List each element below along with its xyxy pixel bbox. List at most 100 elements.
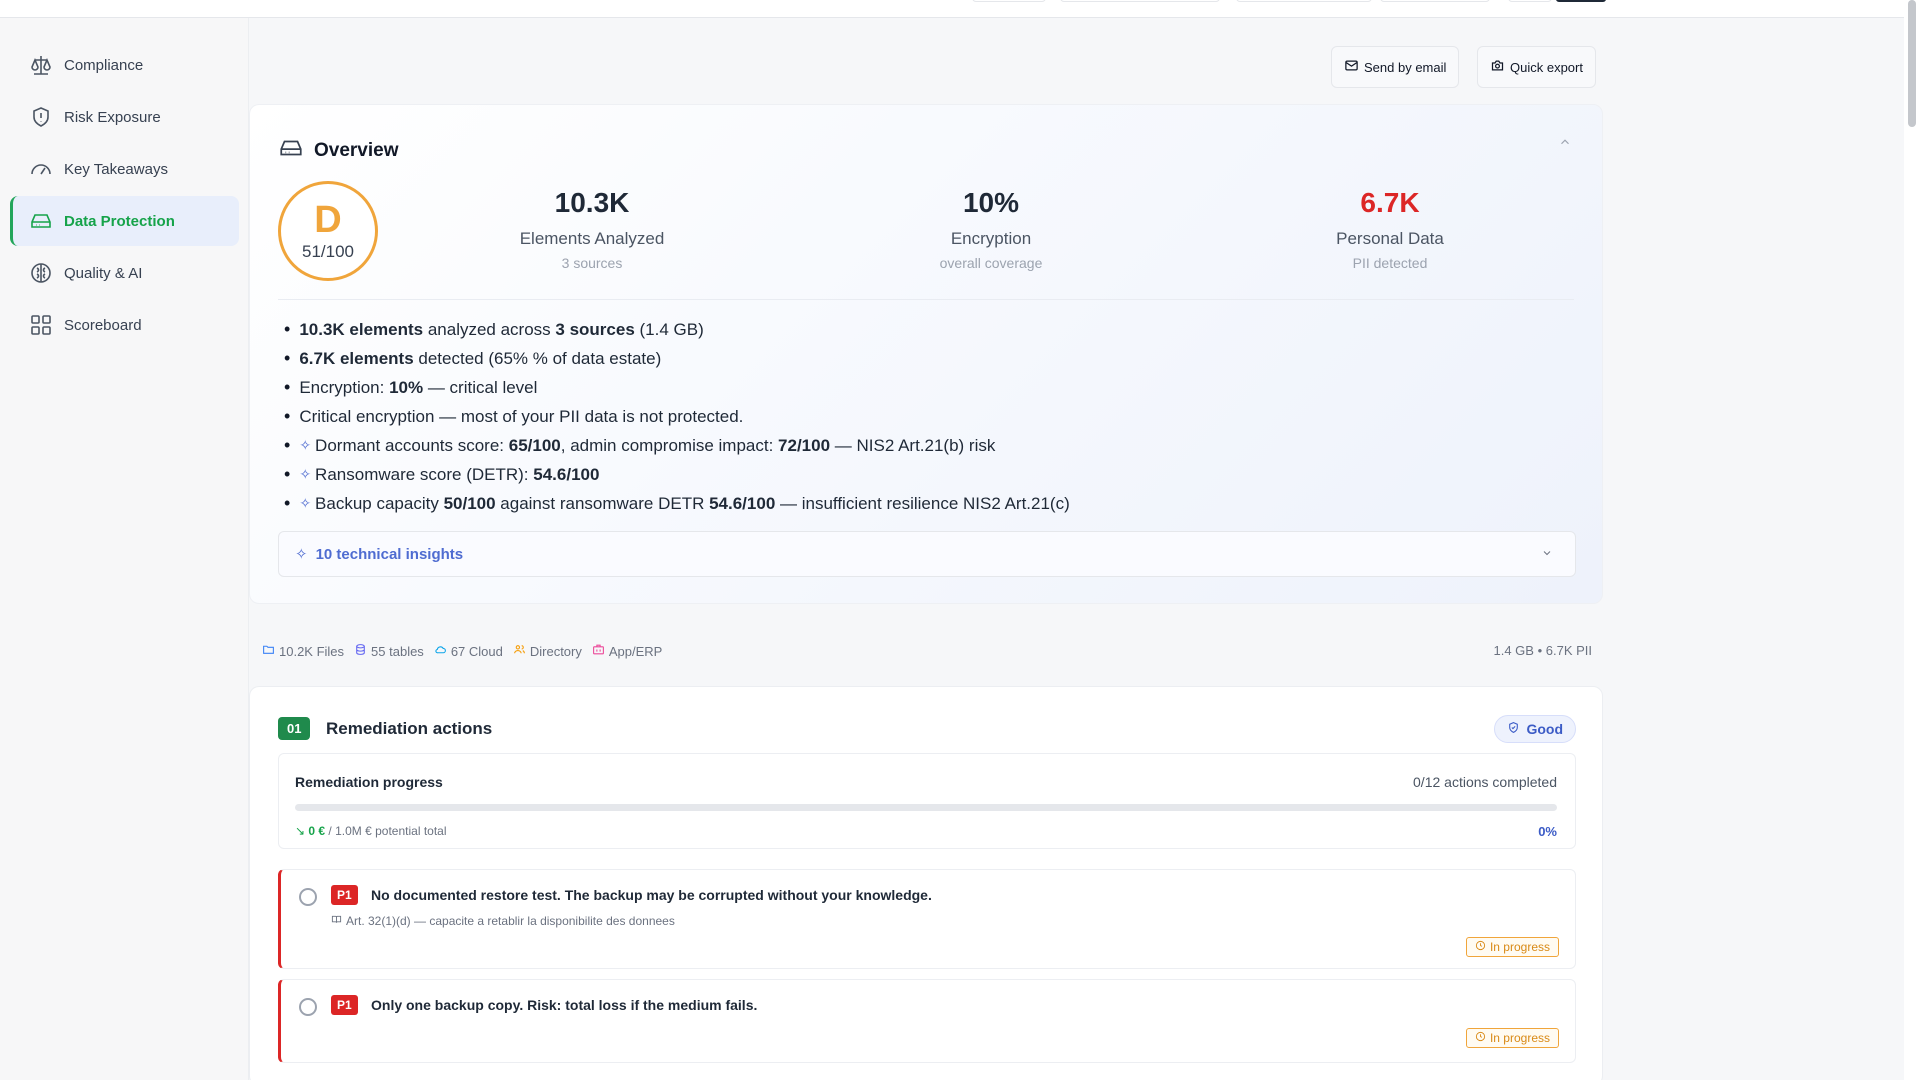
send-by-email-label: Send by email (1364, 59, 1447, 75)
bullet-strong: 10% (389, 378, 424, 397)
scale-icon (28, 52, 54, 78)
bullet-critical-encryption: Critical encryption — most of your PII d… (284, 402, 1070, 431)
bullet-dormant-accounts: ✧Dormant accounts score: 65/100, admin c… (284, 431, 1070, 460)
status-in-progress[interactable]: In progress (1465, 937, 1559, 957)
sparkle-icon: ✧ (295, 546, 308, 563)
technical-insights-toggle[interactable]: ✧ 10 technical insights (278, 531, 1576, 577)
bullet-text: Critical encryption — most of your PII d… (299, 407, 744, 426)
bullet-text: — critical level (423, 378, 538, 397)
source-cloud: 67 Cloud (434, 643, 503, 659)
top-bar-control[interactable] (1060, 0, 1220, 2)
top-bar (0, 0, 1920, 18)
top-bar-control[interactable] (972, 0, 1046, 2)
chevron-up-icon[interactable] (1558, 135, 1572, 152)
bullet-text: against ransomware DETR (495, 494, 710, 513)
money-value: 0 € (308, 824, 326, 838)
source-app-erp: App/ERP (592, 643, 662, 659)
grid-icon (28, 312, 54, 338)
source-label: 55 tables (371, 643, 424, 659)
gauge-icon (28, 156, 54, 182)
users-icon (513, 643, 526, 659)
stat-label: Elements Analyzed (519, 229, 665, 248)
shield-check-icon (1507, 721, 1520, 737)
progress-percent: 0% (1538, 824, 1557, 839)
top-bar-primary-control[interactable] (1556, 0, 1606, 2)
trend-icon: ↘ (295, 824, 306, 838)
priority-badge: P1 (331, 885, 358, 905)
bullet-text: detected (65% % of data estate) (413, 349, 662, 368)
database-icon (354, 643, 367, 659)
bullet-text: Backup capacity (315, 494, 444, 513)
bullet-text: Encryption: (299, 378, 390, 397)
top-bar-control[interactable] (1508, 0, 1552, 2)
progress-count: 0/12 actions completed (1413, 774, 1557, 790)
overview-title: Overview (314, 140, 399, 161)
bullet-strong: 72/100 (778, 436, 831, 455)
action-checkbox[interactable] (299, 998, 317, 1016)
progress-bar (295, 804, 1557, 811)
section-number: 01 (278, 717, 311, 740)
stat-label: Personal Data (1336, 229, 1444, 248)
stat-elements-analyzed: 10.3K Elements Analyzed 3 sources (442, 187, 742, 271)
bullet-pii: 6.7K elements detected (65% % of data es… (284, 344, 1070, 373)
app-icon (592, 643, 605, 659)
bullet-strong: 65/100 (508, 436, 561, 455)
overview-header: Overview (278, 135, 399, 167)
action-reference-text: Art. 32(1)(d) — capacite a retablir la d… (346, 914, 675, 928)
technical-insights-label: 10 technical insights (315, 545, 464, 563)
chevron-down-icon (1541, 546, 1553, 563)
clock-icon (1475, 1031, 1486, 1045)
cloud-icon (434, 643, 447, 659)
status-label: In progress (1489, 1031, 1550, 1045)
source-label: Directory (529, 643, 582, 659)
quick-export-label: Quick export (1510, 59, 1583, 75)
overview-bullets: 10.3K elements analyzed across 3 sources… (284, 315, 1070, 518)
bullet-text: , admin compromise impact: (560, 436, 779, 455)
sidebar-item-label: Quality & AI (64, 264, 143, 282)
send-by-email-button[interactable]: Send by email (1331, 46, 1460, 88)
remediation-card: 01 Remediation actions Good Remediation … (249, 686, 1603, 1080)
sparkle-icon: ✧ (299, 495, 312, 511)
shield-icon (28, 104, 54, 130)
action-item: P1 No documented restore test. The backu… (278, 869, 1576, 969)
sidebar-item-label: Compliance (64, 56, 144, 74)
bullet-text: Dormant accounts score: (315, 436, 509, 455)
scrollbar-thumb[interactable] (1908, 0, 1916, 127)
action-item: P1 Only one backup copy. Risk: total los… (278, 979, 1576, 1063)
priority-badge: P1 (331, 995, 358, 1015)
sources-summary: 1.4 GB • 6.7K PII (1493, 643, 1593, 658)
status-label: In progress (1489, 940, 1550, 954)
scrollbar-track[interactable] (1904, 0, 1920, 1080)
sidebar-item-compliance[interactable]: Compliance (10, 40, 239, 90)
top-bar-control[interactable] (1380, 0, 1490, 2)
stat-sub: PII detected (1352, 255, 1428, 271)
status-badge-label: Good (1526, 721, 1563, 737)
bullet-text: — insufficient resilience NIS2 Art.21(c) (775, 494, 1070, 513)
source-label: App/ERP (608, 643, 663, 659)
overview-card: Overview D 51/100 10.3K Elements Analyze… (249, 104, 1603, 604)
action-text: Only one backup copy. Risk: total loss i… (371, 997, 758, 1013)
bullet-text: — NIS2 Art.21(b) risk (830, 436, 996, 455)
source-label: 67 Cloud (450, 643, 503, 659)
sidebar-item-quality-ai[interactable]: Quality & AI (10, 248, 239, 298)
stat-personal-data: 6.7K Personal Data PII detected (1240, 187, 1540, 271)
action-reference: Art. 32(1)(d) — capacite a retablir la d… (331, 914, 675, 928)
sidebar-item-label: Key Takeaways (64, 160, 168, 178)
bullet-strong: 6.7K elements (299, 349, 414, 368)
sidebar-item-risk-exposure[interactable]: Risk Exposure (10, 92, 239, 142)
clock-icon (1475, 940, 1486, 954)
bullet-strong: 54.6/100 (533, 465, 600, 484)
sidebar: Compliance Risk Exposure Key Takeaways D… (0, 18, 249, 1080)
action-checkbox[interactable] (299, 888, 317, 906)
stat-sub: 3 sources (561, 255, 623, 271)
quick-export-button[interactable]: Quick export (1477, 46, 1596, 88)
top-bar-control[interactable] (1236, 0, 1372, 2)
grade-ring: D 51/100 (278, 181, 378, 281)
sidebar-item-scoreboard[interactable]: Scoreboard (10, 300, 239, 350)
camera-icon (1490, 58, 1505, 76)
status-in-progress[interactable]: In progress (1465, 1028, 1559, 1048)
sidebar-item-key-takeaways[interactable]: Key Takeaways (10, 144, 239, 194)
sidebar-item-data-protection[interactable]: Data Protection (10, 196, 239, 246)
bullet-encryption: Encryption: 10% — critical level (284, 373, 1070, 402)
folder-icon (262, 643, 275, 659)
